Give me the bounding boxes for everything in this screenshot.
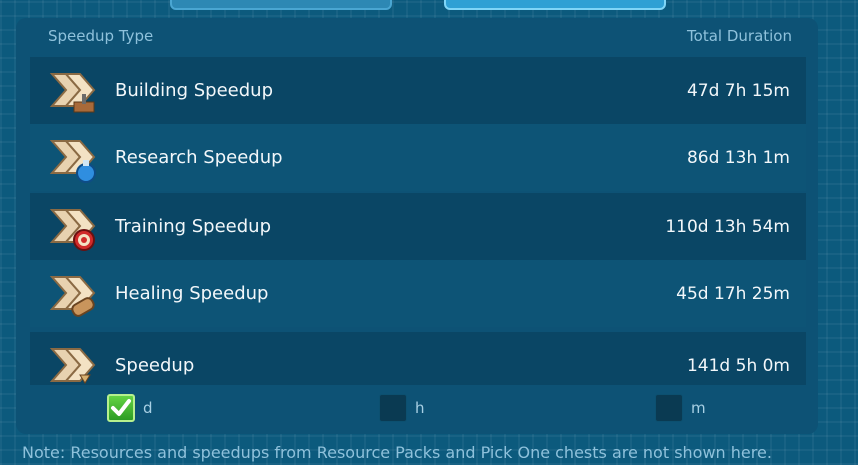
list-item: Speedup 141d 5h 0m [30, 332, 806, 385]
list-item: Building Speedup 47d 7h 15m [30, 57, 806, 124]
list-item: Training Speedup 110d 13h 54m [30, 193, 806, 260]
speedup-icon [49, 348, 96, 384]
research-speedup-icon [49, 140, 96, 183]
filter-minutes[interactable]: m [655, 394, 706, 422]
training-speedup-icon [49, 209, 96, 251]
filter-label-hours: h [415, 399, 425, 417]
healing-speedup-icon [49, 276, 96, 317]
tab-right-active[interactable] [444, 0, 666, 10]
column-header-type: Speedup Type [48, 27, 154, 45]
filter-hours[interactable]: h [379, 394, 425, 422]
hours-checkbox[interactable] [379, 394, 407, 422]
days-checkbox[interactable] [107, 394, 135, 422]
row-label: Speedup [115, 355, 195, 376]
building-speedup-icon [49, 73, 96, 113]
row-duration: 45d 17h 25m [676, 283, 790, 304]
check-icon [111, 399, 131, 416]
list-item: Research Speedup 86d 13h 1m [30, 124, 806, 191]
row-label: Research Speedup [115, 147, 283, 168]
row-duration: 141d 5h 0m [686, 355, 790, 376]
minutes-checkbox[interactable] [655, 394, 683, 422]
row-duration: 110d 13h 54m [665, 216, 790, 237]
filter-label-minutes: m [691, 399, 706, 417]
filter-days[interactable]: d [107, 394, 153, 422]
filter-label-days: d [143, 399, 153, 417]
speedup-list[interactable]: Building Speedup 47d 7h 15m Research Spe… [30, 57, 806, 385]
row-label: Building Speedup [115, 80, 274, 101]
list-item: Healing Speedup 45d 17h 25m [30, 260, 806, 327]
row-label: Training Speedup [115, 216, 272, 237]
row-duration: 47d 7h 15m [686, 80, 790, 101]
tab-left[interactable] [170, 0, 392, 10]
row-label: Healing Speedup [115, 283, 269, 304]
column-header-duration: Total Duration [687, 27, 792, 45]
row-duration: 86d 13h 1m [686, 147, 790, 168]
footer-note: Note: Resources and speedups from Resour… [22, 443, 772, 462]
